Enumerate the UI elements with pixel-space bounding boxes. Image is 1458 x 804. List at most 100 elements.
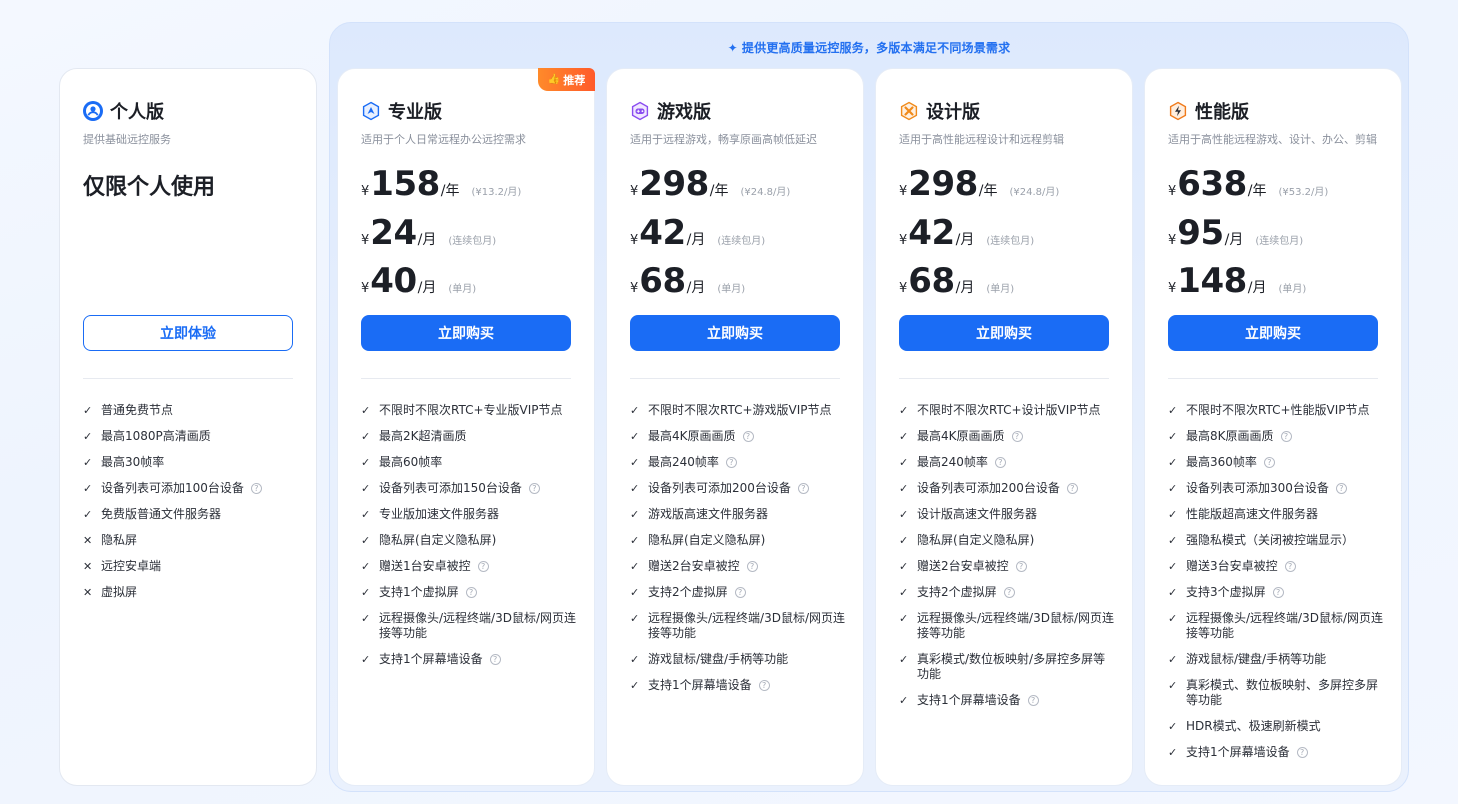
feature-text: 支持1个虚拟屏? (379, 585, 577, 600)
feature-item: ✓ 支持1个屏幕墙设备? (630, 678, 846, 693)
feature-item: ✓ 赠送3台安卓被控? (1168, 559, 1384, 574)
feature-text: 支持2个虚拟屏? (917, 585, 1115, 600)
plan-title: 专业版 (388, 102, 442, 123)
help-icon[interactable]: ? (1003, 587, 1015, 598)
help-icon[interactable]: ? (465, 587, 477, 598)
help-icon[interactable]: ? (1263, 457, 1275, 468)
feature-item: ✓ 游戏鼠标/键盘/手柄等功能 (1168, 652, 1384, 667)
buy-now-button[interactable]: 立即购买 (899, 315, 1109, 351)
help-icon[interactable]: ? (477, 561, 489, 572)
check-icon: ✓ (1168, 679, 1178, 692)
feature-item: ✓ 设计版高速文件服务器 (899, 507, 1115, 522)
feature-text: 真彩模式/数位板映射/多屏控多屏等功能 (917, 652, 1106, 681)
help-icon[interactable]: ? (742, 431, 754, 442)
help-icon[interactable]: ? (1335, 483, 1347, 494)
feature-item: ✓ 最高60帧率 (361, 455, 577, 470)
price-monthly-auto: ¥24/月 (连续包月) (361, 213, 497, 253)
feature-list: ✓ 不限时不限次RTC+设计版VIP节点 ✓ 最高4K原画画质? ✓ 最高240帧率? ✓ 设… (899, 403, 1115, 719)
check-icon: ✓ (899, 508, 909, 521)
feature-text: 支持1个屏幕墙设备? (917, 693, 1115, 708)
plan-title-row: 设计版 (899, 98, 980, 124)
feature-text: 赠送3台安卓被控? (1186, 559, 1384, 574)
feature-item: ✓ 最高4K原画画质? (630, 429, 846, 444)
feature-item: ✓ 最高1080P高清画质 (83, 429, 299, 444)
feature-item: ✓ 不限时不限次RTC+设计版VIP节点 (899, 403, 1115, 418)
divider (899, 378, 1109, 379)
help-icon[interactable]: ? (1066, 483, 1078, 494)
feature-text: 免费版普通文件服务器 (101, 507, 222, 521)
check-icon: ✓ (630, 482, 640, 495)
feature-text: 不限时不限次RTC+设计版VIP节点 (917, 403, 1101, 417)
help-icon[interactable]: ? (1280, 431, 1292, 442)
help-icon[interactable]: ? (1296, 747, 1308, 758)
help-icon[interactable]: ? (734, 587, 746, 598)
feature-item: ✓ 最高360帧率? (1168, 455, 1384, 470)
help-icon[interactable]: ? (1284, 561, 1296, 572)
help-icon[interactable]: ? (758, 680, 770, 691)
help-icon[interactable]: ? (528, 483, 540, 494)
feature-text: 支持1个屏幕墙设备? (1186, 745, 1384, 760)
help-icon[interactable]: ? (1011, 431, 1023, 442)
feature-item: ✓ 赠送1台安卓被控? (361, 559, 577, 574)
help-icon[interactable]: ? (1272, 587, 1284, 598)
plans-banner: ✦ 提供更高质量远控服务，多版本满足不同场景需求 (330, 39, 1408, 56)
try-now-button[interactable]: 立即体验 (83, 315, 293, 351)
check-icon: ✓ (899, 694, 909, 707)
feature-text: 虚拟屏 (101, 585, 138, 599)
check-icon: ✓ (361, 430, 371, 443)
feature-text: 赠送2台安卓被控? (648, 559, 846, 574)
check-icon: ✓ (1168, 612, 1178, 625)
feature-list: ✓ 不限时不限次RTC+专业版VIP节点 ✓ 最高2K超清画质 ✓ 最高60帧率 ✓ 设备列表… (361, 403, 577, 678)
help-icon[interactable]: ? (746, 561, 758, 572)
help-icon[interactable]: ? (250, 483, 262, 494)
price-monthly-auto: ¥42/月 (连续包月) (899, 213, 1035, 253)
feature-text: 远程摄像头/远程终端/3D鼠标/网页连接等功能 (648, 611, 846, 640)
feature-text: 不限时不限次RTC+专业版VIP节点 (379, 403, 563, 417)
buy-now-button[interactable]: 立即购买 (630, 315, 840, 351)
feature-item: ✓ 远程摄像头/远程终端/3D鼠标/网页连接等功能 (361, 611, 577, 641)
plan-title-row: 游戏版 (630, 98, 711, 124)
feature-item: ✓ 支持1个屏幕墙设备? (899, 693, 1115, 708)
plan-subtitle: 适用于远程游戏，畅享原画高帧低延迟 (630, 133, 817, 146)
thumbs-up-icon: 👍 (547, 74, 561, 85)
feature-item: ✓ 支持2个虚拟屏? (630, 585, 846, 600)
feature-item: ✓ 设备列表可添加300台设备? (1168, 481, 1384, 496)
check-icon: ✓ (899, 560, 909, 573)
help-icon[interactable]: ? (1015, 561, 1027, 572)
feature-text: 最高30帧率 (101, 455, 165, 469)
check-icon: ✓ (630, 404, 640, 417)
check-icon: ✓ (630, 430, 640, 443)
check-icon: ✓ (83, 456, 93, 469)
help-icon[interactable]: ? (725, 457, 737, 468)
help-icon[interactable]: ? (489, 654, 501, 665)
feature-item: ✓ 支持2个虚拟屏? (899, 585, 1115, 600)
feature-item: ✓ 最高2K超清画质 (361, 429, 577, 444)
feature-text: 性能版超高速文件服务器 (1186, 507, 1319, 521)
plan-title-row: 专业版 (361, 98, 442, 124)
buy-now-button[interactable]: 立即购买 (1168, 315, 1378, 351)
check-icon: ✓ (899, 534, 909, 547)
check-icon: ✓ (1168, 586, 1178, 599)
feature-item: ✓ 不限时不限次RTC+游戏版VIP节点 (630, 403, 846, 418)
feature-list: ✓ 普通免费节点 ✓ 最高1080P高清画质 ✓ 最高30帧率 ✓ 设备列表可添加100台设备… (83, 403, 299, 611)
check-icon: ✓ (83, 508, 93, 521)
check-icon: ✓ (83, 430, 93, 443)
help-icon[interactable]: ? (1027, 695, 1039, 706)
feature-text: 设备列表可添加200台设备? (648, 481, 846, 496)
check-icon: ✓ (361, 586, 371, 599)
help-icon[interactable]: ? (797, 483, 809, 494)
plan-title-row: 个人版 (83, 98, 164, 124)
plan-card-design: 设计版 适用于高性能远程设计和远程剪辑 ¥298/年 (¥24.8/月) ¥42/… (875, 68, 1133, 786)
feature-text: 游戏鼠标/键盘/手柄等功能 (1186, 652, 1327, 666)
help-icon[interactable]: ? (994, 457, 1006, 468)
feature-text: 支持1个屏幕墙设备? (379, 652, 577, 667)
buy-now-button[interactable]: 立即购买 (361, 315, 571, 351)
feature-item: ✓ 支持1个屏幕墙设备? (361, 652, 577, 667)
banner-text: 提供更高质量远控服务，多版本满足不同场景需求 (741, 41, 1011, 55)
feature-text: 隐私屏(自定义隐私屏) (917, 533, 1035, 547)
price-yearly: ¥298/年 (¥24.8/月) (899, 164, 1060, 204)
feature-text: 远控安卓端 (101, 559, 162, 573)
cross-icon: ✕ (83, 534, 93, 547)
feature-text: 支持1个屏幕墙设备? (648, 678, 846, 693)
feature-item: ✓ 隐私屏(自定义隐私屏) (899, 533, 1115, 548)
